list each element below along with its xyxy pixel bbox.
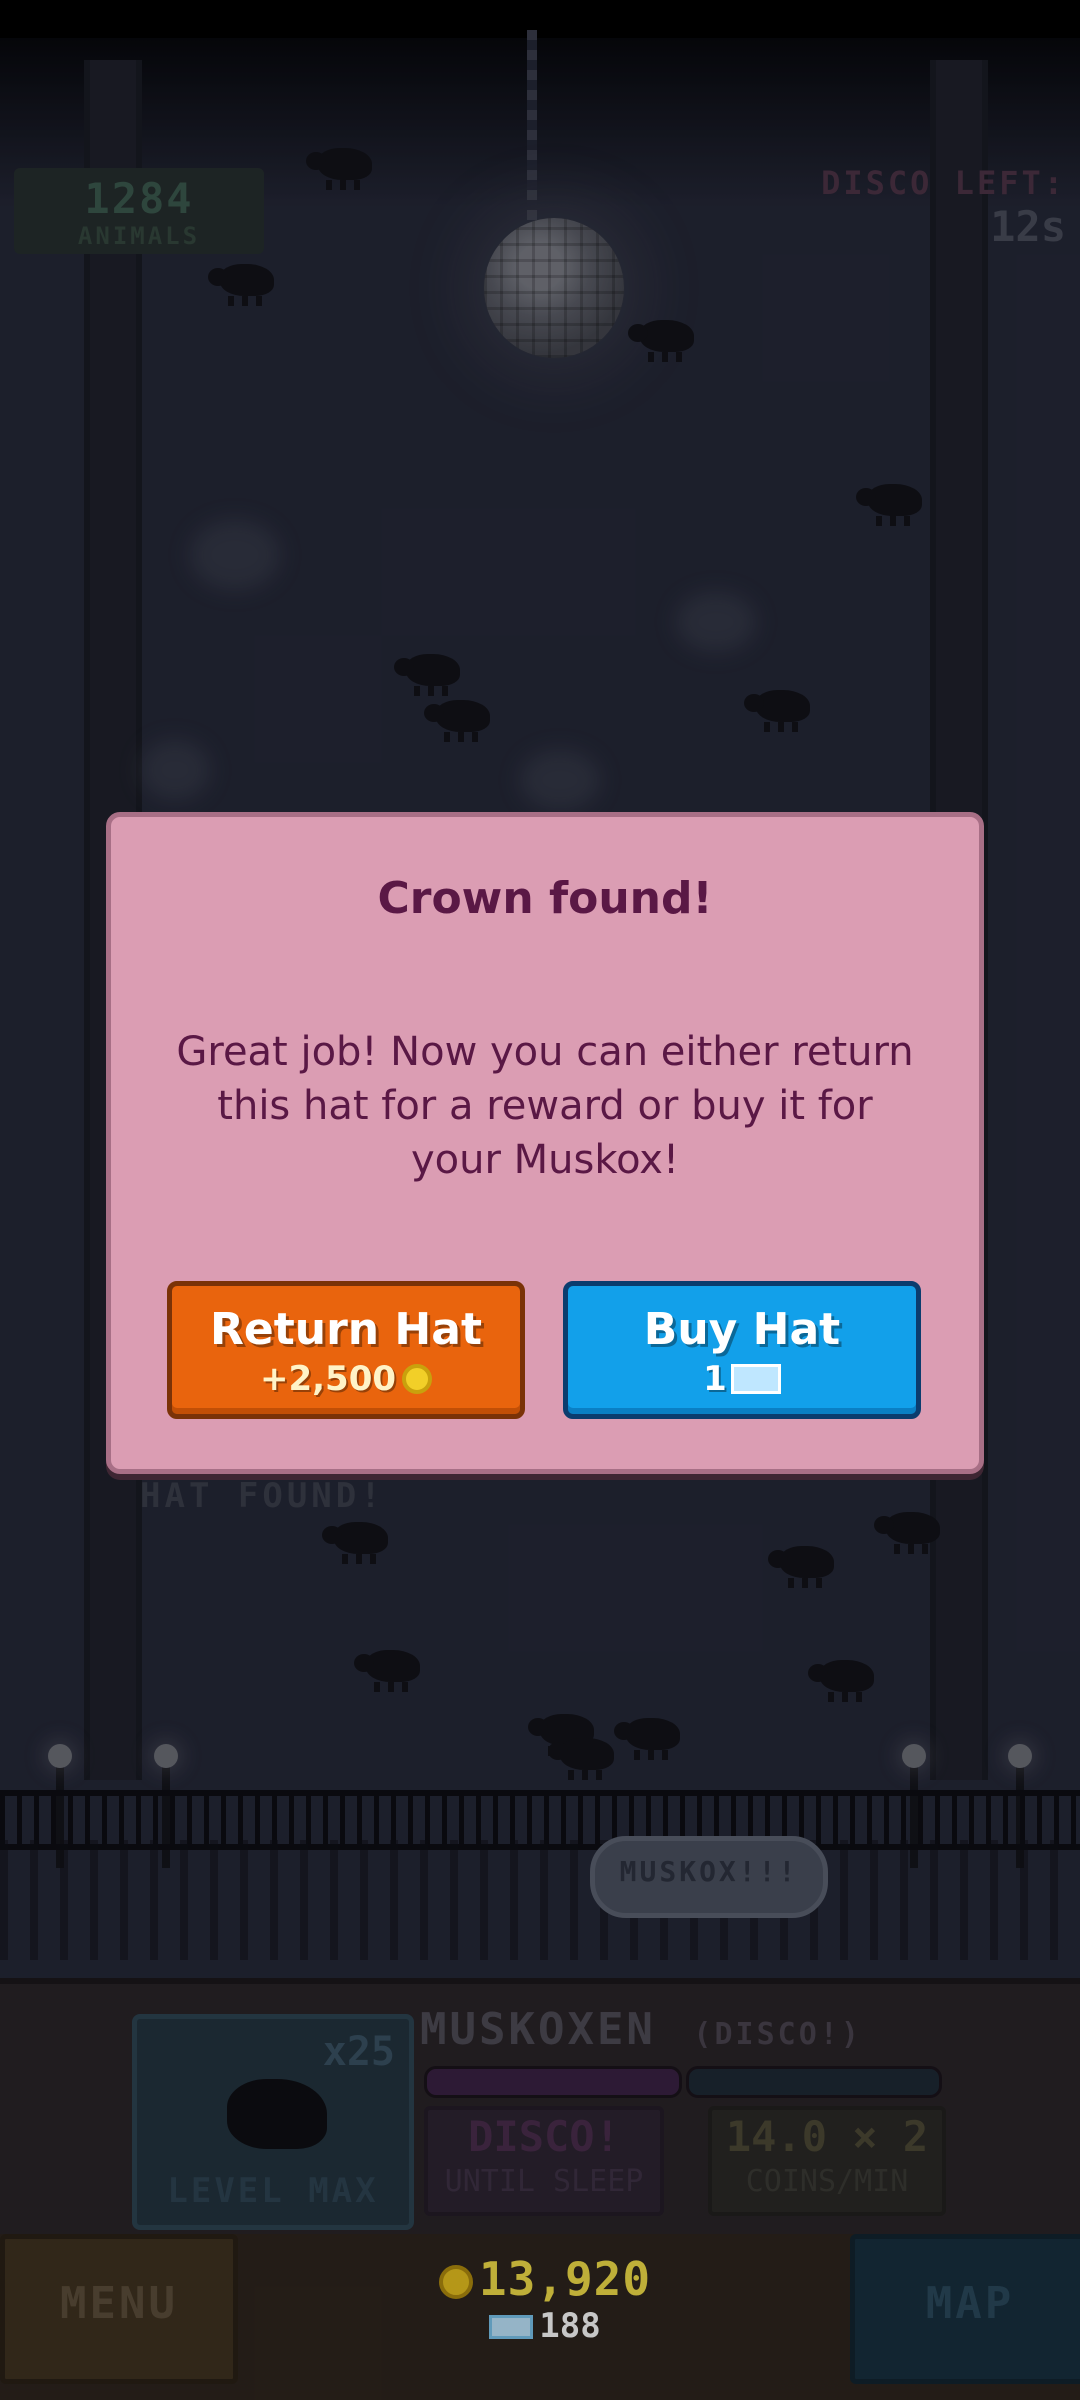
coin-icon (402, 1364, 433, 1394)
reward-amount: +2,500 (259, 1359, 397, 1399)
buy-hat-cost: 1 (568, 1359, 916, 1399)
buy-hat-label: Buy Hat (643, 1304, 841, 1355)
return-hat-label: Return Hat (210, 1304, 482, 1355)
return-hat-reward: +2,500 (172, 1359, 520, 1399)
cost-amount: 1 (703, 1359, 727, 1399)
return-hat-button[interactable]: Return Hat +2,500 (167, 1281, 525, 1419)
hat-found-dialog: Crown found! Great job! Now you can eith… (106, 812, 984, 1474)
dialog-message: Great job! Now you can either return thi… (176, 1029, 914, 1183)
buy-hat-button[interactable]: Buy Hat 1 (563, 1281, 921, 1419)
game-screen: 1284 ANIMALS DISCO LEFT: 12s HAT FOUND! … (0, 0, 1080, 2400)
dialog-title: Crown found! (377, 873, 713, 924)
gem-icon (730, 1364, 781, 1394)
